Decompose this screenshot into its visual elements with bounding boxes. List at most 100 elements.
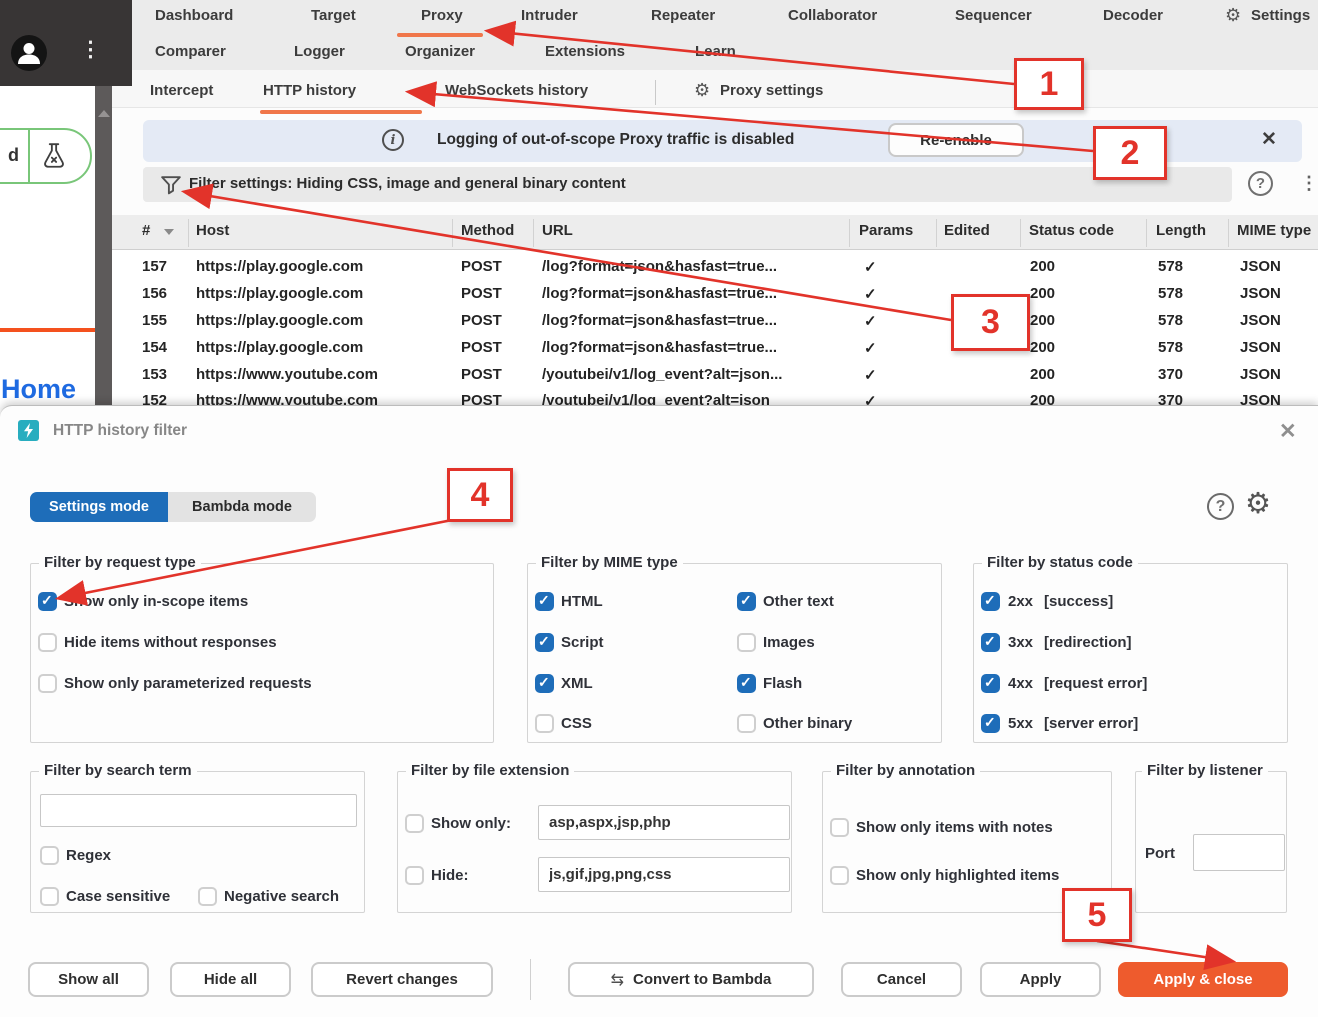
- checkbox-other-text[interactable]: [737, 592, 756, 611]
- checkbox-5xx[interactable]: [981, 714, 1000, 733]
- checkbox-case-sensitive[interactable]: [40, 887, 59, 906]
- tab-decoder[interactable]: Decoder: [1103, 7, 1163, 24]
- tab-collaborator[interactable]: Collaborator: [788, 7, 877, 24]
- checkbox-show-parameterized[interactable]: [38, 674, 57, 693]
- checkbox-other-binary[interactable]: [737, 714, 756, 733]
- pill-divider: [28, 130, 30, 182]
- search-term-input[interactable]: [40, 794, 357, 827]
- col-edited[interactable]: Edited: [944, 222, 990, 239]
- avatar[interactable]: [11, 35, 47, 71]
- convert-to-bambda-button[interactable]: ⇆ Convert to Bambda: [568, 962, 814, 997]
- annotation-step-2: 2: [1093, 126, 1167, 180]
- checkbox-label: Hide:: [431, 867, 469, 884]
- checkbox-4xx[interactable]: [981, 674, 1000, 693]
- cell-num: 156: [142, 285, 167, 302]
- tab-learn[interactable]: Learn: [695, 43, 736, 60]
- cell-host: https://play.google.com: [196, 258, 363, 275]
- cell-num: 155: [142, 312, 167, 329]
- subtab-separator: [655, 80, 656, 105]
- col-params[interactable]: Params: [859, 222, 913, 239]
- hide-ext-input[interactable]: [538, 857, 790, 892]
- checkbox-label: 2xx[success]: [1008, 593, 1113, 610]
- tab-logger[interactable]: Logger: [294, 43, 345, 60]
- dialog-help-icon[interactable]: ?: [1207, 493, 1234, 520]
- checkbox-label: Show only highlighted items: [856, 867, 1059, 884]
- subtab-intercept[interactable]: Intercept: [150, 82, 213, 99]
- cell-length: 578: [1158, 258, 1183, 275]
- tab-target[interactable]: Target: [311, 7, 356, 24]
- banner-close-icon[interactable]: ✕: [1261, 128, 1277, 151]
- subtab-http-history[interactable]: HTTP history: [263, 82, 356, 99]
- subtab-websockets-history[interactable]: WebSockets history: [445, 82, 588, 99]
- checkbox-show-only-ext[interactable]: [405, 814, 424, 833]
- tab-proxy[interactable]: Proxy: [421, 7, 463, 24]
- checkbox-label: Show only items with notes: [856, 819, 1053, 836]
- apply-button[interactable]: Apply: [980, 962, 1101, 997]
- revert-changes-button[interactable]: Revert changes: [311, 962, 493, 997]
- cell-method: POST: [461, 258, 502, 275]
- re-enable-button[interactable]: Re-enable: [888, 123, 1024, 157]
- tab-repeater[interactable]: Repeater: [651, 7, 715, 24]
- col-status[interactable]: Status code: [1029, 222, 1114, 239]
- tab-comparer[interactable]: Comparer: [155, 43, 226, 60]
- checkbox-images[interactable]: [737, 633, 756, 652]
- checkbox-show-in-scope[interactable]: [38, 592, 57, 611]
- cell-params-check: ✓: [864, 366, 877, 384]
- cancel-button[interactable]: Cancel: [841, 962, 962, 997]
- tab-dashboard[interactable]: Dashboard: [155, 7, 233, 24]
- checkbox-items-with-notes[interactable]: [830, 818, 849, 837]
- checkbox-hide-ext[interactable]: [405, 866, 424, 885]
- cell-mime: JSON: [1240, 339, 1281, 356]
- home-link[interactable]: Home: [1, 374, 76, 405]
- cell-mime: JSON: [1240, 366, 1281, 383]
- tab-sequencer[interactable]: Sequencer: [955, 7, 1032, 24]
- banner-message: Logging of out-of-scope Proxy traffic is…: [437, 131, 794, 149]
- checkbox-label: Show only in-scope items: [64, 593, 248, 610]
- col-method[interactable]: Method: [461, 222, 514, 239]
- col-num[interactable]: #: [142, 222, 150, 239]
- dialog-gear-icon[interactable]: ⚙: [1245, 486, 1271, 521]
- search-pill[interactable]: d: [0, 128, 92, 184]
- checkbox-html[interactable]: [535, 592, 554, 611]
- scrollbar[interactable]: [95, 86, 112, 410]
- checkbox-label: Hide items without responses: [64, 634, 277, 651]
- checkbox-hide-without-responses[interactable]: [38, 633, 57, 652]
- checkbox-regex[interactable]: [40, 846, 59, 865]
- show-only-ext-input[interactable]: [538, 805, 790, 840]
- port-input[interactable]: [1193, 834, 1285, 871]
- apply-and-close-button[interactable]: Apply & close: [1118, 962, 1288, 997]
- cell-mime: JSON: [1240, 258, 1281, 275]
- col-mime[interactable]: MIME type: [1237, 222, 1311, 239]
- checkbox-label: Other text: [763, 593, 834, 610]
- cell-mime: JSON: [1240, 285, 1281, 302]
- settings-mode-button[interactable]: Settings mode: [30, 492, 168, 522]
- col-host[interactable]: Host: [196, 222, 229, 239]
- tab-extensions[interactable]: Extensions: [545, 43, 625, 60]
- kebab-menu-icon[interactable]: ⋮: [1300, 174, 1318, 192]
- annotation-step-3: 3: [951, 294, 1030, 351]
- col-divider: [1228, 219, 1229, 247]
- col-url[interactable]: URL: [542, 222, 573, 239]
- checkbox-negative-search[interactable]: [198, 887, 217, 906]
- show-all-button[interactable]: Show all: [28, 962, 149, 997]
- browser-menu-icon[interactable]: ⋮: [80, 38, 101, 61]
- checkbox-flash[interactable]: [737, 674, 756, 693]
- help-icon[interactable]: ?: [1248, 171, 1273, 196]
- hide-all-button[interactable]: Hide all: [170, 962, 291, 997]
- checkbox-2xx[interactable]: [981, 592, 1000, 611]
- checkbox-3xx[interactable]: [981, 633, 1000, 652]
- col-divider: [452, 219, 453, 247]
- cell-status: 200: [1030, 366, 1055, 383]
- checkbox-highlighted-items[interactable]: [830, 866, 849, 885]
- checkbox-script[interactable]: [535, 633, 554, 652]
- checkbox-xml[interactable]: [535, 674, 554, 693]
- subtab-proxy-settings[interactable]: Proxy settings: [720, 82, 823, 99]
- dialog-close-icon[interactable]: ✕: [1279, 419, 1297, 444]
- tab-organizer[interactable]: Organizer: [405, 43, 475, 60]
- tab-settings[interactable]: Settings: [1251, 7, 1310, 24]
- tab-intruder[interactable]: Intruder: [521, 7, 578, 24]
- checkbox-css[interactable]: [535, 714, 554, 733]
- col-length[interactable]: Length: [1156, 222, 1206, 239]
- bambda-mode-button[interactable]: Bambda mode: [168, 492, 316, 522]
- scroll-up-icon[interactable]: [98, 110, 110, 117]
